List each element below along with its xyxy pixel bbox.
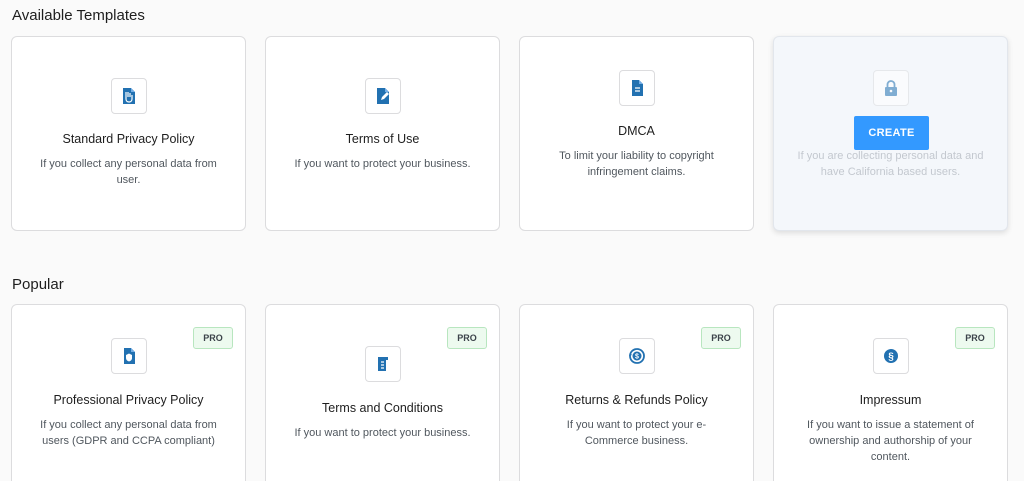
card-description: If you collect any personal data from us… [40, 419, 217, 447]
pro-badge: PRO [701, 327, 741, 349]
lock-icon [872, 70, 909, 106]
available-templates-grid: Standard Privacy Policy If you collect a… [11, 36, 1008, 231]
card-description: To limit your liability to copyright inf… [559, 150, 714, 178]
svg-text:§: § [888, 352, 894, 363]
hand-document-icon [110, 78, 147, 114]
svg-text:$: $ [635, 354, 639, 361]
card-description: If you want to protect your e-Commerce b… [566, 419, 707, 447]
document-edit-icon [364, 78, 401, 114]
template-card-professional-privacy-policy[interactable]: PRO Professional Privacy Policy If you c… [11, 304, 246, 481]
card-description: If you collect any personal data from us… [40, 158, 217, 186]
create-button[interactable]: CREATE [854, 116, 929, 150]
template-card-impressum[interactable]: PRO § Impressum If you want to issue a s… [773, 304, 1008, 481]
template-card-ccpa[interactable]: CCPA If you are collecting personal data… [773, 36, 1008, 231]
card-title: Returns & Refunds Policy [565, 393, 708, 407]
section-sign-icon: § [872, 338, 909, 374]
card-description: If you want to protect your business. [294, 427, 471, 439]
card-title: Professional Privacy Policy [53, 393, 204, 407]
template-card-terms-and-conditions[interactable]: PRO Terms and Conditions If you want to … [265, 304, 500, 481]
pro-badge: PRO [193, 327, 233, 349]
pro-badge: PRO [955, 327, 995, 349]
template-card-returns-refunds-policy[interactable]: PRO $ Returns & Refunds Policy If you wa… [519, 304, 754, 481]
template-card-standard-privacy-policy[interactable]: Standard Privacy Policy If you collect a… [11, 36, 246, 231]
pro-badge: PRO [447, 327, 487, 349]
popular-heading: Popular [12, 276, 64, 293]
card-title: Terms and Conditions [322, 401, 443, 415]
shield-document-icon [110, 338, 147, 374]
card-title: Terms of Use [345, 132, 420, 146]
card-description: If you want to protect your business. [294, 158, 471, 170]
card-title: Standard Privacy Policy [62, 132, 195, 146]
template-card-dmca[interactable]: DMCA To limit your liability to copyrigh… [519, 36, 754, 231]
document-lines-icon [618, 70, 655, 106]
card-title: DMCA [618, 124, 655, 138]
available-templates-heading: Available Templates [12, 7, 145, 24]
refund-dollar-icon: $ [618, 338, 655, 374]
scroll-icon [364, 346, 401, 382]
popular-templates-grid: PRO Professional Privacy Policy If you c… [11, 304, 1008, 481]
card-description: If you are collecting personal data and … [797, 150, 984, 178]
template-card-terms-of-use[interactable]: Terms of Use If you want to protect your… [265, 36, 500, 231]
card-description: If you want to issue a statement of owne… [807, 419, 974, 463]
card-title: Impressum [859, 393, 922, 407]
